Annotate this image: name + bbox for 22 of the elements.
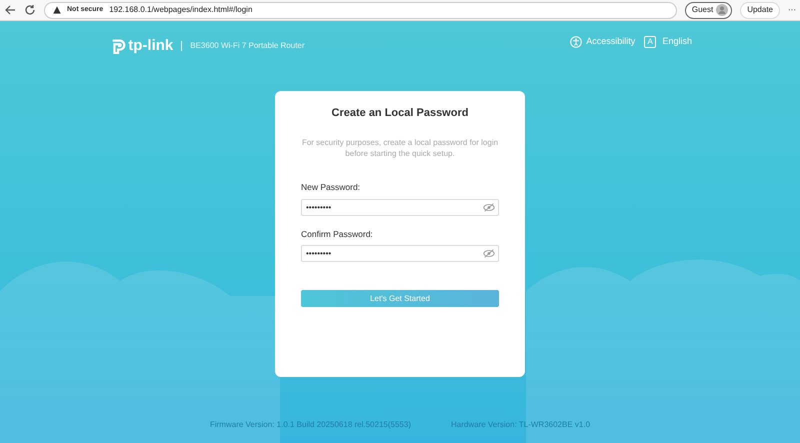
more-button[interactable]: ···: [788, 4, 796, 16]
card-title: Create an Local Password: [330, 107, 470, 120]
update-button[interactable]: Update: [740, 2, 780, 18]
field-label: Confirm Password:: [301, 228, 374, 240]
field-label: New Password:: [301, 180, 362, 194]
password-field[interactable]: •••••••••: [301, 198, 499, 216]
avatar-icon: [716, 4, 728, 16]
card-description: For security purposes, create a local password for login before starting the quick setup.: [301, 138, 499, 159]
product-name: BE3600 Wi-Fi 7 Portable Router: [190, 40, 305, 52]
accessibility-icon: [570, 36, 582, 48]
password-field[interactable]: •••••••••: [301, 245, 499, 262]
reload-icon[interactable]: [24, 4, 36, 16]
url-text: 192.168.0.1/webpages/index.html#/login: [109, 4, 252, 16]
brand-name: tp-link: [128, 36, 174, 56]
back-icon[interactable]: [4, 4, 16, 16]
profile-button[interactable]: Guest: [684, 2, 732, 18]
hidden-eye-icon[interactable]: [483, 202, 495, 212]
warning-icon: [53, 6, 61, 14]
hardware-version: Hardware Version: TL-WR3602BE v1.0: [450, 419, 590, 431]
firmware-version: Firmware Version: 1.0.1 Build 20250618 rel.50215(5553): [210, 419, 411, 431]
logo-icon: [110, 38, 126, 54]
hidden-eye-icon[interactable]: [483, 249, 495, 258]
